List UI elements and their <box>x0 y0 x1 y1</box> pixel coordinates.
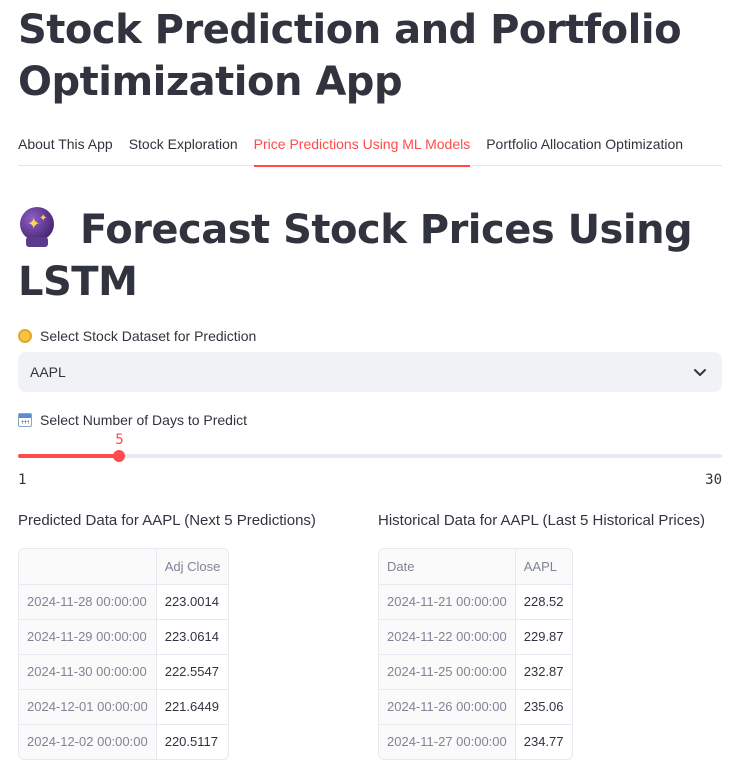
table-cell: 2024-11-30 00:00:00 <box>19 654 157 690</box>
dataset-select-value: AAPL <box>30 364 66 380</box>
table-cell: 235.06 <box>515 689 572 725</box>
predicted-data-table[interactable]: Adj Close 2024-11-28 00:00:00 223.0014 2… <box>18 548 230 760</box>
table-row: 2024-11-26 00:00:00 235.06 <box>379 689 572 725</box>
table-row: 2024-12-02 00:00:00 220.5117 <box>19 724 228 759</box>
historical-data-table[interactable]: Date AAPL 2024-11-21 00:00:00 228.52 202… <box>378 548 573 760</box>
table-header[interactable]: Adj Close <box>156 549 229 585</box>
tab-portfolio-optimization[interactable]: Portfolio Allocation Optimization <box>486 128 683 166</box>
table-row: 2024-11-28 00:00:00 223.0014 <box>19 584 229 620</box>
app-title: Stock Prediction and Portfolio Optimizat… <box>18 7 682 105</box>
slider-thumb[interactable] <box>113 450 126 462</box>
table-cell: 2024-12-02 00:00:00 <box>19 724 157 759</box>
table-cell: 2024-12-01 00:00:00 <box>19 689 157 725</box>
crystal-ball-icon: ✦ ✦ <box>18 205 58 249</box>
section-title: ✦ ✦ Forecast Stock Prices Using LSTM <box>18 204 722 308</box>
table-cell: 223.0014 <box>156 584 229 620</box>
table-header[interactable] <box>19 549 157 585</box>
table-cell: 2024-11-22 00:00:00 <box>379 619 516 655</box>
slider-value-label: 5 <box>115 432 124 448</box>
section-title-text: Forecast Stock Prices Using LSTM <box>18 207 693 305</box>
table-header[interactable]: Date <box>379 549 516 585</box>
table-header[interactable]: AAPL <box>515 549 572 585</box>
tab-stock-exploration[interactable]: Stock Exploration <box>129 128 238 166</box>
table-cell: 221.6449 <box>156 689 229 725</box>
table-cell: 2024-11-21 00:00:00 <box>379 584 516 620</box>
table-cell: 2024-11-27 00:00:00 <box>379 724 516 759</box>
predicted-data-title: Predicted Data for AAPL (Next 5 Predicti… <box>18 512 316 529</box>
calendar-icon <box>18 413 32 427</box>
historical-data-title: Historical Data for AAPL (Last 5 Histori… <box>378 512 706 529</box>
dataset-select-label-text: Select Stock Dataset for Prediction <box>40 328 257 344</box>
slider-min-label: 1 <box>18 472 27 488</box>
table-cell: 223.0614 <box>156 619 229 655</box>
table-cell: 2024-11-25 00:00:00 <box>379 654 516 690</box>
table-cell: 222.5547 <box>156 654 229 690</box>
table-cell: 228.52 <box>515 584 572 620</box>
table-row: 2024-11-30 00:00:00 222.5547 <box>19 654 229 690</box>
table-row: 2024-11-27 00:00:00 234.77 <box>379 724 572 759</box>
table-cell: 2024-11-28 00:00:00 <box>19 584 157 620</box>
table-cell: 229.87 <box>515 619 572 655</box>
table-cell: 232.87 <box>515 654 572 690</box>
tab-price-predictions[interactable]: Price Predictions Using ML Models <box>253 128 470 167</box>
days-slider-label: Select Number of Days to Predict <box>18 412 247 428</box>
slider-max-label: 30 <box>705 472 722 488</box>
coin-icon <box>18 329 32 343</box>
chevron-down-icon <box>694 369 706 376</box>
dataset-select[interactable]: AAPL <box>18 352 722 392</box>
tab-about[interactable]: About This App <box>18 128 113 166</box>
table-row: 2024-11-25 00:00:00 232.87 <box>379 654 572 690</box>
tab-bar: About This App Stock Exploration Price P… <box>18 128 722 167</box>
table-cell: 220.5117 <box>164 734 218 750</box>
table-cell: 2024-11-26 00:00:00 <box>379 689 516 725</box>
table-cell: 234.77 <box>523 734 564 750</box>
dataset-select-label: Select Stock Dataset for Prediction <box>18 328 256 344</box>
table-row: 2024-11-22 00:00:00 229.87 <box>379 619 572 655</box>
table-row: 2024-11-29 00:00:00 223.0614 <box>19 619 229 655</box>
table-cell: 2024-11-29 00:00:00 <box>19 619 157 655</box>
table-row: 2024-12-01 00:00:00 221.6449 <box>19 689 229 725</box>
table-row: 2024-11-21 00:00:00 228.52 <box>379 584 572 620</box>
slider-fill <box>18 454 120 458</box>
days-slider[interactable]: 5 1 30 <box>18 430 722 490</box>
days-slider-label-text: Select Number of Days to Predict <box>40 412 247 428</box>
